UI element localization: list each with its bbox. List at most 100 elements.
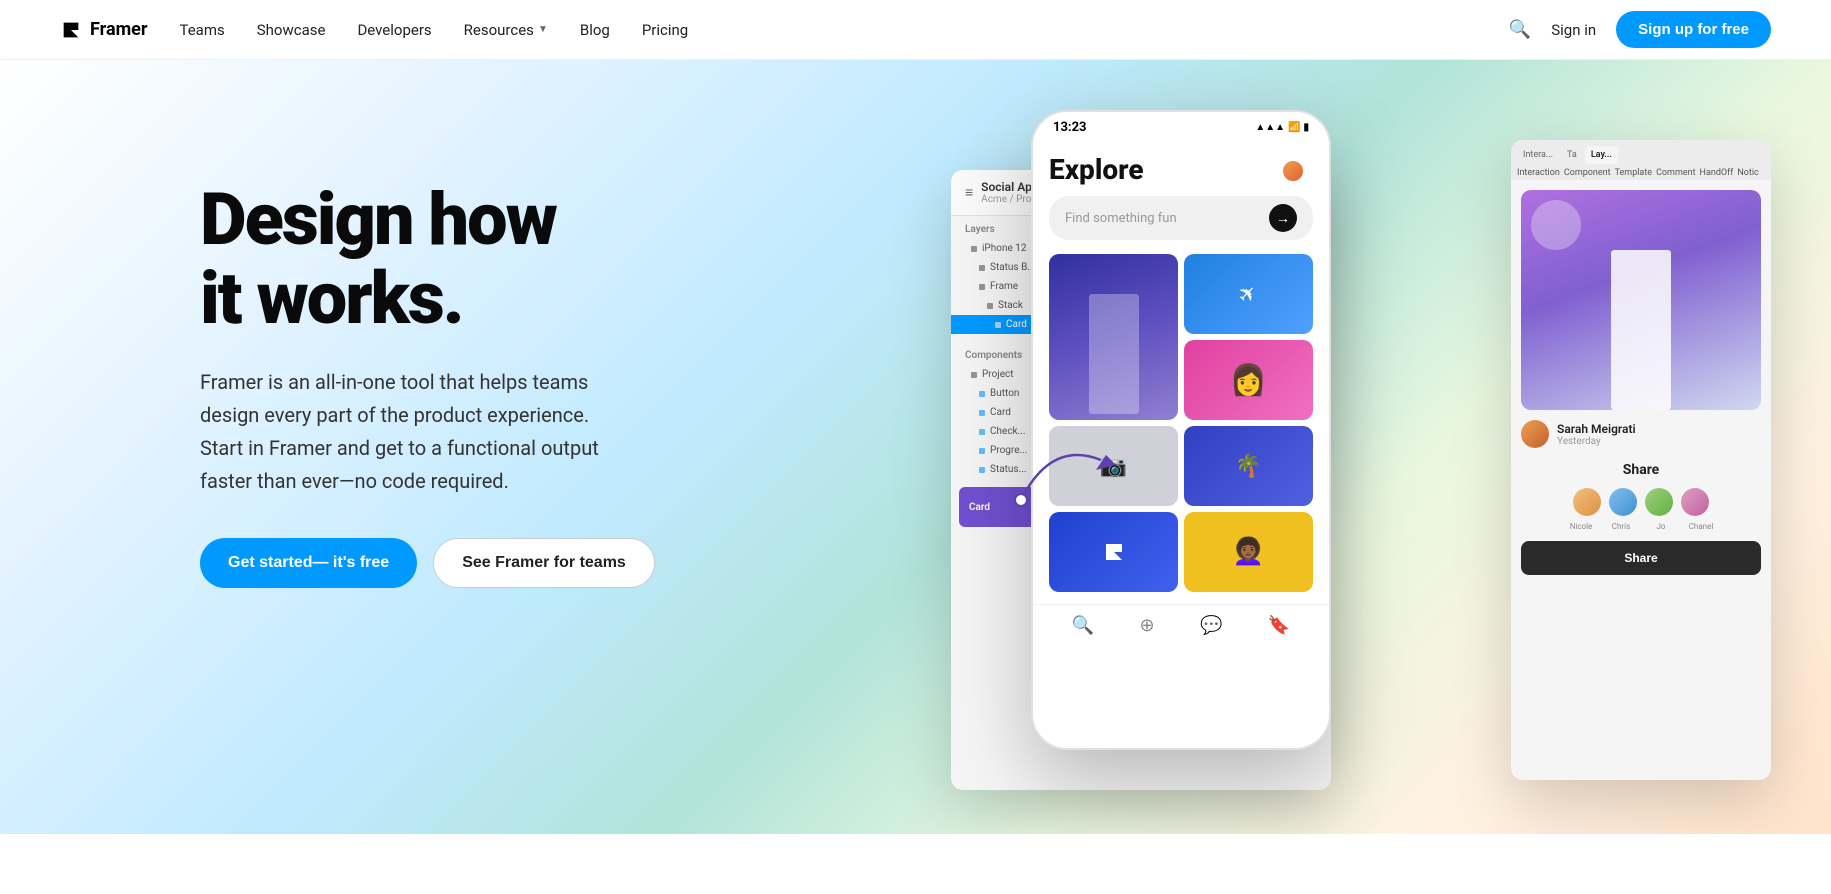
tab-interaction[interactable]: Intera... xyxy=(1517,146,1559,164)
nav-blog[interactable]: Blog xyxy=(580,21,610,39)
building-shape xyxy=(1089,294,1139,414)
sub-tab-3[interactable]: Template xyxy=(1615,168,1652,178)
rp-building-image xyxy=(1521,190,1761,410)
nav-showcase[interactable]: Showcase xyxy=(257,21,326,39)
avatar-chris xyxy=(1609,488,1637,516)
right-panel-sub-tabs: Interaction Component Template Comment H… xyxy=(1511,164,1771,180)
search-bar[interactable]: Find something fun → xyxy=(1049,196,1313,240)
person-photo-cell: 👩 xyxy=(1184,340,1313,420)
sub-tab-6[interactable]: Notic xyxy=(1737,168,1758,178)
hero-section: Design how it works. Framer is an all-in… xyxy=(0,60,1831,834)
phone-status-icons: ▲▲▲ 📶 ▮ xyxy=(1255,122,1309,133)
rp-building-shape xyxy=(1611,250,1671,410)
plane-photo-cell: ✈ xyxy=(1184,254,1313,334)
nav-bookmark-icon[interactable]: 🔖 xyxy=(1268,615,1290,636)
avatar-jo xyxy=(1645,488,1673,516)
palms-photo-cell: 🌴 xyxy=(1184,426,1313,506)
search-icon[interactable]: 🔍 xyxy=(1509,19,1531,40)
rp-user-avatar xyxy=(1521,420,1549,448)
sub-tab-4[interactable]: Comment xyxy=(1656,168,1695,178)
right-panel-content: Sarah Meigrati Yesterday Share Nicole Ch… xyxy=(1511,180,1771,585)
hero-buttons: Get started— it's free See Framer for te… xyxy=(200,538,655,588)
navbar: Framer Teams Showcase Developers Resourc… xyxy=(0,0,1831,60)
phone-content: Explore Find something fun → xyxy=(1033,141,1329,604)
label-chanel: Chanel xyxy=(1686,522,1716,531)
rp-time: Yesterday xyxy=(1557,436,1636,447)
battery-icon: ▮ xyxy=(1303,122,1309,133)
hero-content: Design how it works. Framer is an all-in… xyxy=(200,180,655,588)
yellow-photo-cell: 👩🏾‍🦱 xyxy=(1184,512,1313,592)
sub-tab-1[interactable]: Interaction xyxy=(1517,168,1560,178)
tree-dot-icon xyxy=(979,467,985,473)
yellow-person-icon: 👩🏾‍🦱 xyxy=(1232,537,1264,567)
framer-logo-icon xyxy=(60,19,82,41)
signup-button[interactable]: Sign up for free xyxy=(1616,11,1771,48)
label-nicole: Nicole xyxy=(1566,522,1596,531)
rp-avatar-labels: Nicole Chris Jo Chanel xyxy=(1521,522,1761,531)
sub-tab-5[interactable]: HandOff xyxy=(1700,168,1734,178)
framer-small-icon xyxy=(1102,540,1126,564)
camera-bg: 📷 xyxy=(1049,426,1178,506)
nav-developers[interactable]: Developers xyxy=(357,21,431,39)
avatar-chanel xyxy=(1681,488,1709,516)
plane-bg: ✈ xyxy=(1184,254,1313,334)
nav-search-icon[interactable]: 🔍 xyxy=(1072,615,1094,636)
wifi-icon: 📶 xyxy=(1288,122,1300,133)
phone-bottom-nav: 🔍 ⊕ 💬 🔖 xyxy=(1033,604,1329,652)
navbar-logo[interactable]: Framer xyxy=(60,19,148,41)
phone-mockup: 13:23 ▲▲▲ 📶 ▮ Explore Find something fun… xyxy=(1031,110,1331,750)
tree-dot-icon xyxy=(979,284,985,290)
search-placeholder: Find something fun xyxy=(1065,211,1177,226)
logo-text: Framer xyxy=(90,19,148,40)
yellow-bg: 👩🏾‍🦱 xyxy=(1184,512,1313,592)
signin-link[interactable]: Sign in xyxy=(1551,21,1596,39)
sub-tab-2[interactable]: Component xyxy=(1564,168,1611,178)
menu-icon: ≡ xyxy=(965,184,973,201)
hero-subtitle: Framer is an all-in-one tool that helps … xyxy=(200,366,620,498)
nav-pricing[interactable]: Pricing xyxy=(642,21,688,39)
tree-dot-icon xyxy=(995,322,1001,328)
hero-title: Design how it works. xyxy=(200,180,655,338)
sky-circle xyxy=(1531,200,1581,250)
get-started-button[interactable]: Get started— it's free xyxy=(200,538,417,588)
phone-status-bar: 13:23 ▲▲▲ 📶 ▮ xyxy=(1033,112,1329,141)
rp-username: Sarah Meigrati xyxy=(1557,422,1636,436)
rp-share-title: Share xyxy=(1521,462,1761,478)
building-bg xyxy=(1049,254,1178,420)
tree-dot-icon xyxy=(979,391,985,397)
explore-title: Explore xyxy=(1049,153,1313,186)
palms-icon: 🌴 xyxy=(1235,454,1262,479)
user-avatar xyxy=(1281,159,1305,183)
tree-dot-icon xyxy=(971,246,977,252)
nav-resources[interactable]: Resources ▼ xyxy=(464,21,548,39)
avatar-nicole xyxy=(1573,488,1601,516)
label-chris: Chris xyxy=(1606,522,1636,531)
tree-dot-icon xyxy=(979,448,985,454)
camera-photo-cell: 📷 xyxy=(1049,426,1178,506)
rp-user-row: Sarah Meigrati Yesterday xyxy=(1521,420,1761,448)
framer-photo-cell xyxy=(1049,512,1178,592)
rp-share-button[interactable]: Share xyxy=(1521,541,1761,575)
navbar-right: 🔍 Sign in Sign up for free xyxy=(1509,11,1771,48)
tab-template[interactable]: Lay... xyxy=(1585,146,1618,164)
search-arrow-icon: → xyxy=(1269,204,1297,232)
building-photo-cell xyxy=(1049,254,1178,420)
nav-add-icon[interactable]: ⊕ xyxy=(1140,615,1155,636)
rp-share-avatars xyxy=(1521,488,1761,516)
tree-dot-icon xyxy=(979,410,985,416)
nav-chat-icon[interactable]: 💬 xyxy=(1200,615,1222,636)
camera-icon: 📷 xyxy=(1100,454,1127,479)
nav-teams[interactable]: Teams xyxy=(180,21,225,39)
right-inspector-panel: Intera... Ta Lay... Interaction Componen… xyxy=(1511,140,1771,780)
mockup-area: ≡ Social App Acme / Prototyp Layers iPho… xyxy=(951,110,1771,830)
navbar-left: Framer Teams Showcase Developers Resourc… xyxy=(60,19,688,41)
phone-time: 13:23 xyxy=(1053,120,1087,135)
tab-component[interactable]: Ta xyxy=(1561,146,1583,164)
right-panel-tabs: Intera... Ta Lay... xyxy=(1511,140,1771,164)
chevron-down-icon: ▼ xyxy=(538,24,548,35)
see-teams-button[interactable]: See Framer for teams xyxy=(433,538,655,588)
explore-header: Explore xyxy=(1049,153,1313,186)
label-jo: Jo xyxy=(1646,522,1676,531)
framer-cell-bg xyxy=(1049,512,1178,592)
tree-dot-icon xyxy=(987,303,993,309)
